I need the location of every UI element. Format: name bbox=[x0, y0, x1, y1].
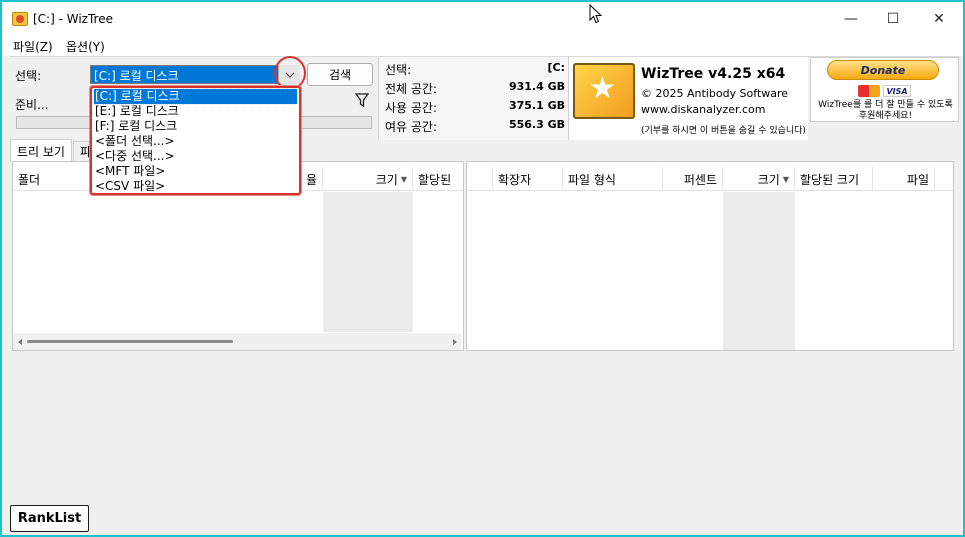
window-title: [C:] - WizTree bbox=[33, 12, 113, 26]
donate-button[interactable]: Donate bbox=[827, 60, 939, 80]
dropdown-item-f-drive[interactable]: [F:] 로컬 디스크 bbox=[94, 119, 297, 134]
dropdown-item-mft-file[interactable]: <MFT 파일> bbox=[94, 164, 297, 179]
menu-bar: 파일(Z) 옵션(Y) bbox=[2, 36, 963, 56]
donate-panel: Donate VISA WizTree를 를 더 잘 만들 수 있도록 후원해주… bbox=[810, 57, 959, 122]
close-button[interactable]: ✕ bbox=[916, 2, 962, 36]
drive-stats-panel: 선택: [C: 전체 공간: 931.4 GB 사용 공간: 375.1 GB … bbox=[378, 57, 568, 140]
tree-horizontal-scrollbar[interactable] bbox=[13, 333, 461, 350]
scan-button[interactable]: 검색 bbox=[307, 63, 373, 86]
scroll-right-icon[interactable] bbox=[451, 338, 459, 346]
minimize-button[interactable]: — bbox=[828, 2, 874, 36]
title-bar: [C:] - WizTree — ☐ ✕ bbox=[2, 2, 963, 36]
col-icon[interactable] bbox=[467, 167, 493, 191]
stat-select: 선택: [C: bbox=[385, 61, 565, 77]
ranklist-watermark: RankList bbox=[10, 505, 89, 532]
mastercard-icon bbox=[858, 85, 880, 97]
ext-size-column-shade bbox=[723, 192, 795, 350]
minimize-icon: — bbox=[844, 11, 858, 27]
col-size[interactable]: 크기 ▼ bbox=[323, 167, 413, 191]
size-column-shade bbox=[323, 192, 413, 332]
drive-dropdown-list: [C:] 로컬 디스크 [E:] 로컬 디스크 [F:] 로컬 디스크 <폴더 … bbox=[90, 86, 301, 195]
tab-tree-view[interactable]: 트리 보기 bbox=[10, 139, 72, 162]
col-ext-percent[interactable]: 퍼센트 bbox=[663, 167, 723, 191]
sort-desc-icon: ▼ bbox=[400, 174, 407, 184]
col-ext-allocated[interactable]: 할당된 크기 bbox=[795, 167, 873, 191]
drive-select-label: 선택: bbox=[15, 69, 42, 83]
col-ext-size[interactable]: 크기 ▼ bbox=[723, 167, 795, 191]
extension-table-header: 확장자 파일 형식 퍼센트 크기 ▼ 할당된 크기 파일 bbox=[467, 167, 953, 191]
dropdown-item-multi-select[interactable]: <다중 선택...> bbox=[94, 149, 297, 164]
wizard-wand-logo-icon[interactable] bbox=[573, 63, 635, 119]
stat-used: 사용 공간: 375.1 GB bbox=[385, 99, 565, 115]
menu-options[interactable]: 옵션(Y) bbox=[66, 38, 105, 55]
close-icon: ✕ bbox=[933, 11, 945, 27]
maximize-button[interactable]: ☐ bbox=[870, 2, 916, 36]
menu-file[interactable]: 파일(Z) bbox=[13, 38, 53, 55]
brand-panel: WizTree v4.25 x64 © 2025 Antibody Softwa… bbox=[568, 57, 808, 140]
sort-desc-icon: ▼ bbox=[782, 174, 789, 184]
donate-note: WizTree를 를 더 잘 만들 수 있도록 후원해주세요! bbox=[818, 100, 953, 121]
brand-copyright: © 2025 Antibody Software bbox=[641, 87, 789, 100]
brand-website-link[interactable]: www.diskanalyzer.com bbox=[641, 103, 766, 116]
maximize-icon: ☐ bbox=[886, 11, 900, 27]
brand-note: (기부를 하시면 이 버튼을 숨길 수 있습니다) bbox=[641, 126, 806, 136]
stat-total: 전체 공간: 931.4 GB bbox=[385, 80, 565, 96]
wiztree-app-icon bbox=[12, 12, 28, 26]
app-window: [C:] - WizTree — ☐ ✕ 파일(Z) 옵션(Y) 선택: [C:… bbox=[0, 0, 965, 537]
stat-free: 여유 공간: 556.3 GB bbox=[385, 118, 565, 134]
dropdown-item-c-drive[interactable]: [C:] 로컬 디스크 bbox=[93, 88, 298, 105]
scrollbar-thumb[interactable] bbox=[27, 340, 233, 343]
col-extension[interactable]: 확장자 bbox=[493, 167, 563, 191]
dropdown-item-select-folder[interactable]: <폴더 선택...> bbox=[94, 134, 297, 149]
mouse-cursor-icon bbox=[589, 4, 603, 24]
drive-select-value: [C:] 로컬 디스크 bbox=[94, 69, 179, 83]
highlight-circle bbox=[274, 56, 306, 90]
dropdown-item-e-drive[interactable]: [E:] 로컬 디스크 bbox=[94, 104, 297, 119]
brand-title: WizTree v4.25 x64 bbox=[641, 66, 786, 82]
drive-select-combobox[interactable]: [C:] 로컬 디스크 bbox=[90, 65, 300, 84]
col-file-count[interactable]: 파일 bbox=[873, 167, 935, 191]
visa-icon: VISA bbox=[883, 85, 911, 97]
scroll-left-icon[interactable] bbox=[16, 338, 24, 346]
extension-view-pane: 확장자 파일 형식 퍼센트 크기 ▼ 할당된 크기 파일 bbox=[466, 161, 954, 351]
col-allocated[interactable]: 할당된 bbox=[413, 167, 463, 191]
dropdown-item-csv-file[interactable]: <CSV 파일> bbox=[94, 179, 297, 194]
filter-icon[interactable] bbox=[355, 93, 369, 107]
status-text: 준비... bbox=[15, 98, 49, 112]
col-file-type[interactable]: 파일 형식 bbox=[563, 167, 663, 191]
